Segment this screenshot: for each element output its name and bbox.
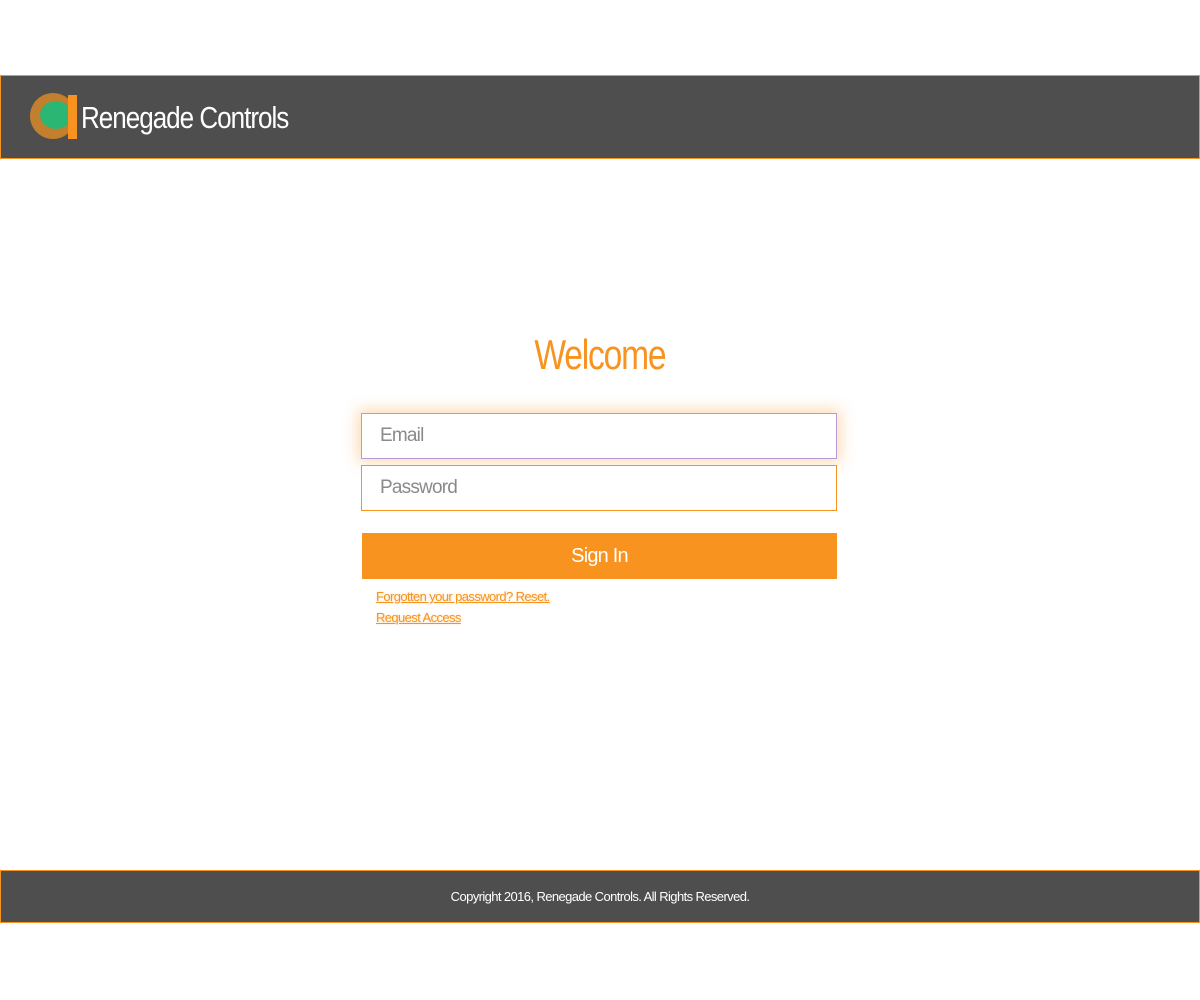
- login-page: Renegade Controls Welcome Sign In Forgot…: [0, 0, 1200, 1000]
- page-title: Welcome: [0, 330, 1200, 380]
- request-access-link[interactable]: Request Access: [376, 607, 550, 628]
- auth-links: Forgotten your password? Reset. Request …: [376, 586, 550, 628]
- password-field-wrapper: [361, 465, 837, 511]
- renegade-logo-icon: [30, 93, 77, 139]
- footer-bar: Copyright 2016, Renegade Controls. All R…: [0, 870, 1200, 923]
- email-field[interactable]: [362, 414, 836, 458]
- sign-in-button[interactable]: Sign In: [362, 533, 837, 579]
- email-field-wrapper: [361, 413, 837, 459]
- welcome-heading: Welcome: [534, 331, 666, 378]
- forgot-password-link[interactable]: Forgotten your password? Reset.: [376, 586, 550, 607]
- brand-name: Renegade Controls: [81, 100, 289, 135]
- copyright-text: Copyright 2016, Renegade Controls. All R…: [450, 889, 750, 904]
- header-bar: Renegade Controls: [0, 75, 1200, 159]
- password-field[interactable]: [362, 466, 836, 510]
